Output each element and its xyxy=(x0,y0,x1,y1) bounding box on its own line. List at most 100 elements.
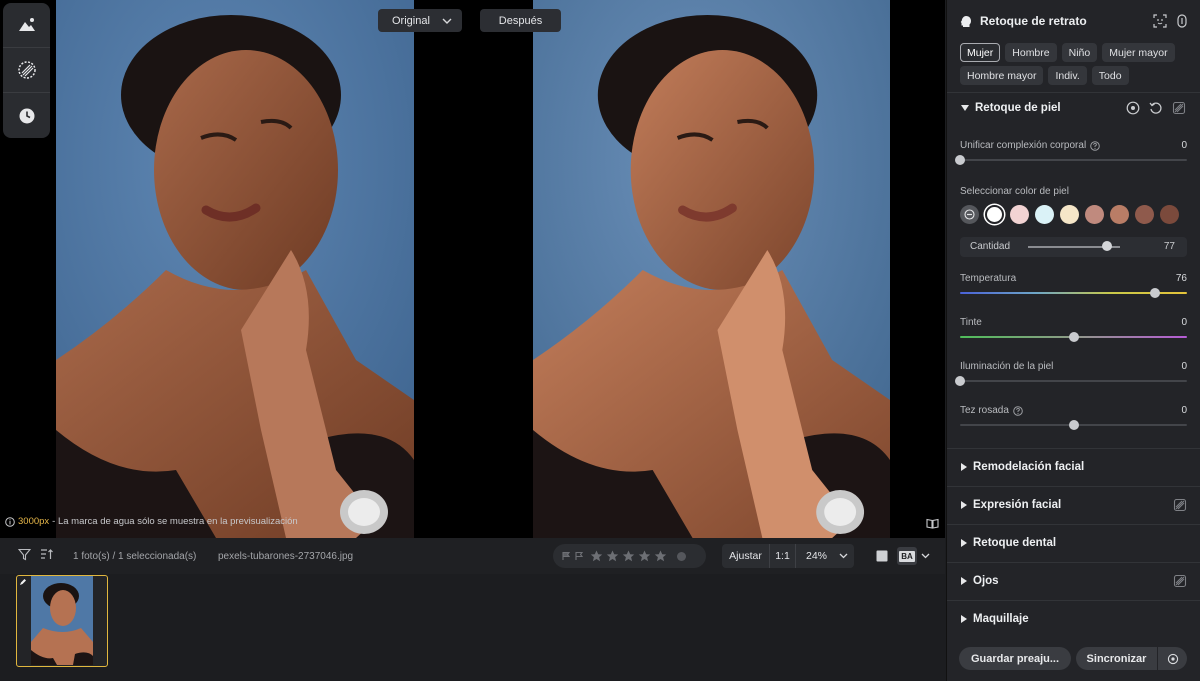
section-title: Remodelación facial xyxy=(973,461,1085,473)
minus-circle-icon xyxy=(964,209,975,220)
sync-settings-button[interactable] xyxy=(1158,647,1187,670)
skin-color-swatch[interactable] xyxy=(1035,205,1054,224)
disable-eraser-icon[interactable] xyxy=(1173,498,1187,512)
image-viewer[interactable]: Original Después 3000px - La marca de ag… xyxy=(0,0,945,538)
split-view-icon[interactable] xyxy=(926,516,939,534)
sync-button[interactable]: Sincronizar xyxy=(1076,647,1157,670)
skin-color-swatch[interactable] xyxy=(1110,205,1129,224)
slider-knob[interactable] xyxy=(1068,332,1079,342)
star-icon[interactable] xyxy=(638,550,651,562)
temperature-label: Temperatura xyxy=(960,273,1017,284)
edited-pencil-icon xyxy=(20,579,26,585)
original-photo xyxy=(56,0,414,538)
temperature-value: 76 xyxy=(1175,273,1187,284)
amount-slider[interactable]: Cantidad 77 xyxy=(960,237,1187,257)
subject-chip[interactable]: Indiv. xyxy=(1048,66,1087,85)
disable-eraser-icon[interactable] xyxy=(1172,101,1186,115)
compare-original-dropdown[interactable]: Original xyxy=(378,9,462,32)
panel-header: Retoque de retrato xyxy=(947,0,1200,42)
compare-original-label: Original xyxy=(392,14,430,27)
skin-color-swatch[interactable] xyxy=(1010,205,1029,224)
skin-color-swatch[interactable] xyxy=(1135,205,1154,224)
section-title: Retoque dental xyxy=(973,537,1057,549)
single-view-icon[interactable] xyxy=(876,550,888,562)
divider xyxy=(947,92,1200,93)
rosy-complexion-slider[interactable]: Tez rosada 0 xyxy=(960,405,1187,430)
rating-bar xyxy=(553,544,706,568)
link-toggle-icon[interactable] xyxy=(1177,14,1187,28)
resolution-text: 3000px xyxy=(18,516,50,527)
section-title: Maquillaje xyxy=(973,613,1029,625)
reset-icon[interactable] xyxy=(1149,101,1163,115)
section-makeup[interactable]: Maquillaje xyxy=(947,600,1200,638)
slider-knob[interactable] xyxy=(1150,288,1161,298)
star-icon[interactable] xyxy=(622,550,635,562)
zoom-percent-dropdown[interactable]: 24% xyxy=(796,544,854,568)
subject-chip[interactable]: Hombre xyxy=(1005,43,1057,62)
portrait-tool-button[interactable] xyxy=(3,3,50,48)
star-icon[interactable] xyxy=(654,550,667,562)
eye-icon[interactable] xyxy=(1126,101,1140,115)
subject-chip[interactable]: Todo xyxy=(1091,66,1129,85)
hatched-circle-icon xyxy=(17,61,36,79)
tool-rail xyxy=(3,3,50,138)
skin-color-label: Seleccionar color de piel xyxy=(960,186,1069,197)
triangle-right-icon xyxy=(961,539,967,547)
slider-knob[interactable] xyxy=(955,376,965,386)
section-dental-retouch[interactable]: Retoque dental xyxy=(947,524,1200,562)
no-color-swatch[interactable] xyxy=(960,205,979,224)
disable-eraser-icon[interactable] xyxy=(1173,574,1187,588)
flag-outline-icon[interactable] xyxy=(574,551,584,561)
section-face-reshape[interactable]: Remodelación facial xyxy=(947,448,1200,486)
unify-complexion-slider[interactable]: Unificar complexión corporal 0 xyxy=(955,140,1187,165)
subject-chips: Mujer Hombre Niño Mujer mayor Hombre mayor In… xyxy=(960,43,1192,85)
section-facial-expression[interactable]: Expresión facial xyxy=(947,486,1200,524)
face-detect-icon[interactable] xyxy=(1153,14,1167,28)
white-color-swatch[interactable] xyxy=(985,205,1004,224)
subject-chip[interactable]: Niño xyxy=(1061,43,1098,62)
skin-lighting-label: Iluminación de la piel xyxy=(960,361,1054,372)
skin-color-swatch[interactable] xyxy=(1160,205,1179,224)
skin-lighting-slider[interactable]: Iluminación de la piel 0 xyxy=(955,361,1187,386)
help-icon[interactable] xyxy=(1013,405,1023,416)
filter-icon[interactable] xyxy=(18,548,31,561)
skin-retouch-header[interactable]: Retoque de piel xyxy=(961,102,1061,114)
chevron-down-icon xyxy=(442,18,452,24)
amount-knob[interactable] xyxy=(1102,241,1113,251)
triangle-right-icon xyxy=(961,577,967,585)
star-icon[interactable] xyxy=(606,550,619,562)
flag-icon[interactable] xyxy=(561,551,571,561)
color-label-icon[interactable] xyxy=(676,551,687,562)
skin-color-swatch[interactable] xyxy=(1085,205,1104,224)
save-preset-button[interactable]: Guardar preaju... xyxy=(959,647,1071,670)
help-icon[interactable] xyxy=(1090,140,1100,151)
slider-knob[interactable] xyxy=(955,155,965,165)
chevron-down-icon[interactable] xyxy=(921,553,930,559)
skin-color-swatch[interactable] xyxy=(1060,205,1079,224)
history-tool-button[interactable] xyxy=(3,93,50,138)
edited-photo xyxy=(533,0,890,538)
panel-title: Retoque de retrato xyxy=(980,14,1087,28)
tint-label: Tinte xyxy=(960,317,982,328)
section-eyes[interactable]: Ojos xyxy=(947,562,1200,600)
texture-tool-button[interactable] xyxy=(3,48,50,93)
subject-chip[interactable]: Mujer xyxy=(960,43,1001,62)
photo-thumbnail[interactable] xyxy=(16,575,108,667)
zoom-1to1-button[interactable]: 1:1 xyxy=(770,544,796,568)
temperature-slider[interactable]: Temperatura 76 xyxy=(960,273,1187,298)
star-icon[interactable] xyxy=(590,550,603,562)
subject-chip[interactable]: Mujer mayor xyxy=(1102,43,1175,62)
info-icon xyxy=(5,516,15,527)
sort-icon[interactable] xyxy=(40,548,54,561)
amount-value: 77 xyxy=(1163,241,1175,252)
rosy-complexion-label: Tez rosada xyxy=(960,405,1009,416)
subject-chip[interactable]: Hombre mayor xyxy=(960,66,1044,85)
before-after-toggle[interactable]: BA xyxy=(897,547,917,565)
skin-color-swatches xyxy=(960,205,1179,224)
triangle-down-icon xyxy=(961,105,969,111)
compare-after-label[interactable]: Después xyxy=(480,9,561,32)
zoom-fit-button[interactable]: Ajustar xyxy=(722,544,770,568)
selection-count: 1 foto(s) / 1 seleccionada(s) xyxy=(73,551,197,562)
tint-slider[interactable]: Tinte 0 xyxy=(960,317,1187,342)
slider-knob[interactable] xyxy=(1068,420,1079,430)
